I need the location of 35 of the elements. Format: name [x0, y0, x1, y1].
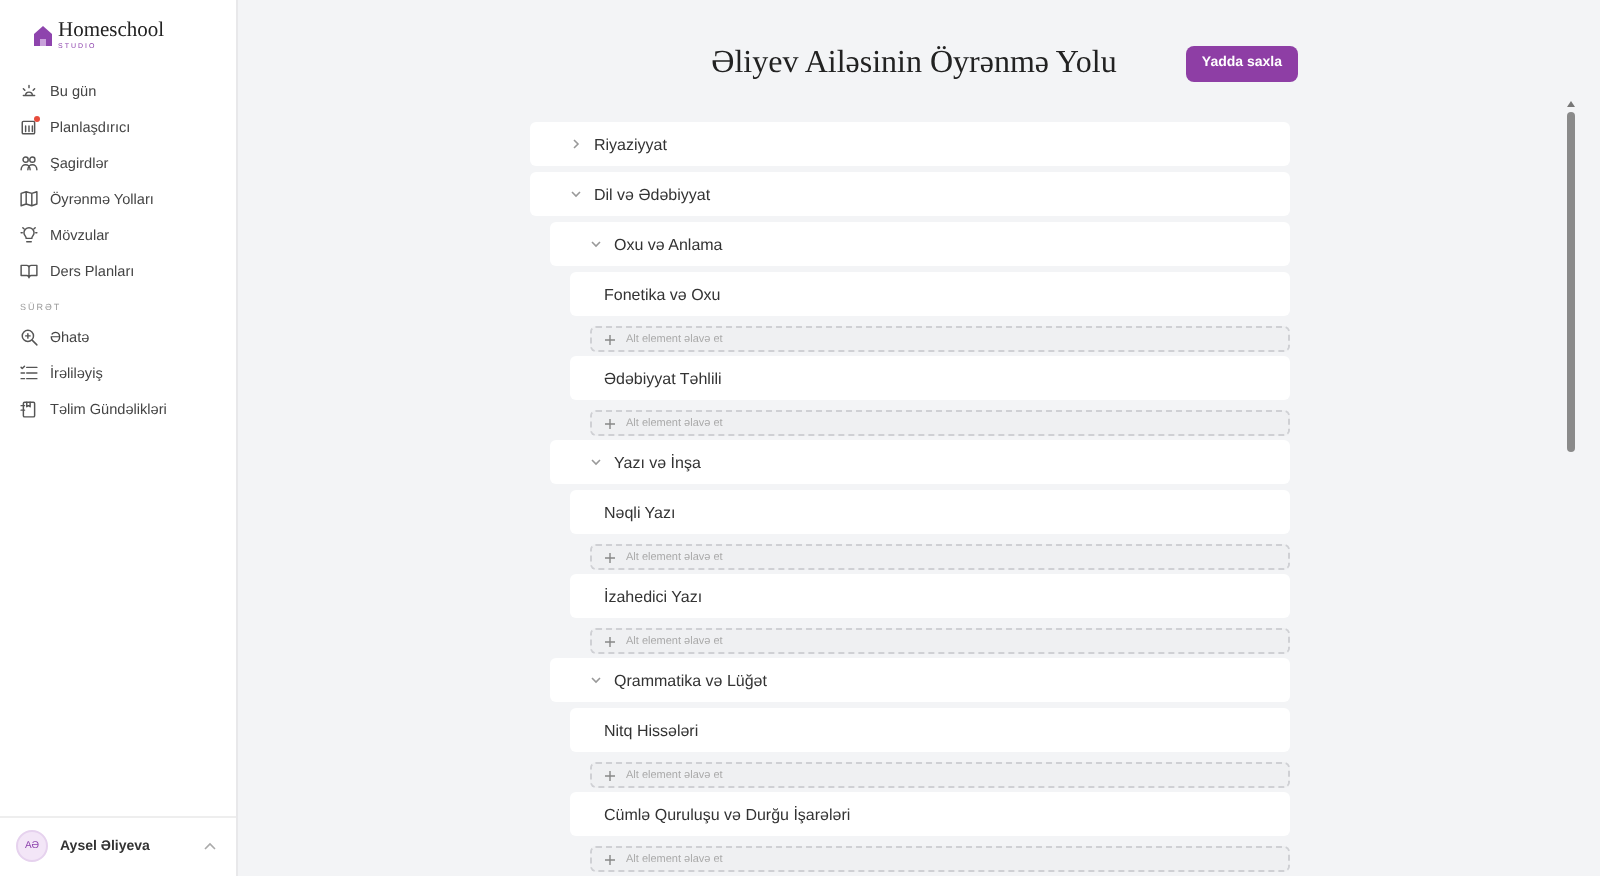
tree-group[interactable]: Dil və Ədəbiyyat [530, 172, 1290, 216]
plus-icon [604, 769, 616, 781]
tree-group[interactable]: Riyaziyyat [530, 122, 1290, 166]
scrollbar[interactable] [1566, 100, 1576, 452]
tree-item[interactable]: Ədəbiyyat Təhlili [570, 356, 1290, 400]
tree-group[interactable]: Qrammatika və Lüğət [550, 658, 1290, 702]
tree-item[interactable]: Nitq Hissələri [570, 708, 1290, 752]
book-icon [20, 261, 38, 279]
tree-item[interactable]: Fonetika və Oxu [570, 272, 1290, 316]
page-title: Əliyev Ailəsinin Öyrənmə Yolu [711, 45, 1117, 81]
tree-item[interactable]: İzahedici Yazı [570, 574, 1290, 618]
list-icon [20, 363, 38, 381]
plus-icon [604, 333, 616, 345]
map-icon [20, 189, 38, 207]
lightbulb-icon [20, 225, 38, 243]
chevron-right-icon[interactable] [570, 138, 582, 150]
plus-icon [604, 551, 616, 563]
magnifier-icon [20, 327, 38, 345]
plus-icon [604, 635, 616, 647]
chevron-down-icon[interactable] [590, 456, 602, 468]
logo-icon [34, 25, 52, 45]
people-icon [20, 153, 38, 171]
chevron-up-icon[interactable] [204, 842, 216, 850]
tree-group[interactable]: Oxu və Anlama [550, 222, 1290, 266]
plus-icon [604, 853, 616, 865]
sun-icon [20, 81, 38, 99]
tree-group[interactable]: Yazı və İnşa [550, 440, 1290, 484]
chevron-down-icon[interactable] [570, 188, 582, 200]
brand-name: Homeschool [58, 21, 165, 41]
tree-item[interactable]: Nəqli Yazı [570, 490, 1290, 534]
notebook-icon [20, 399, 38, 417]
chevron-down-icon[interactable] [590, 674, 602, 686]
tree-item[interactable]: Cümlə Quruluşu və Durğu İşarələri [570, 792, 1290, 836]
plus-icon [604, 417, 616, 429]
chevron-down-icon[interactable] [590, 238, 602, 250]
